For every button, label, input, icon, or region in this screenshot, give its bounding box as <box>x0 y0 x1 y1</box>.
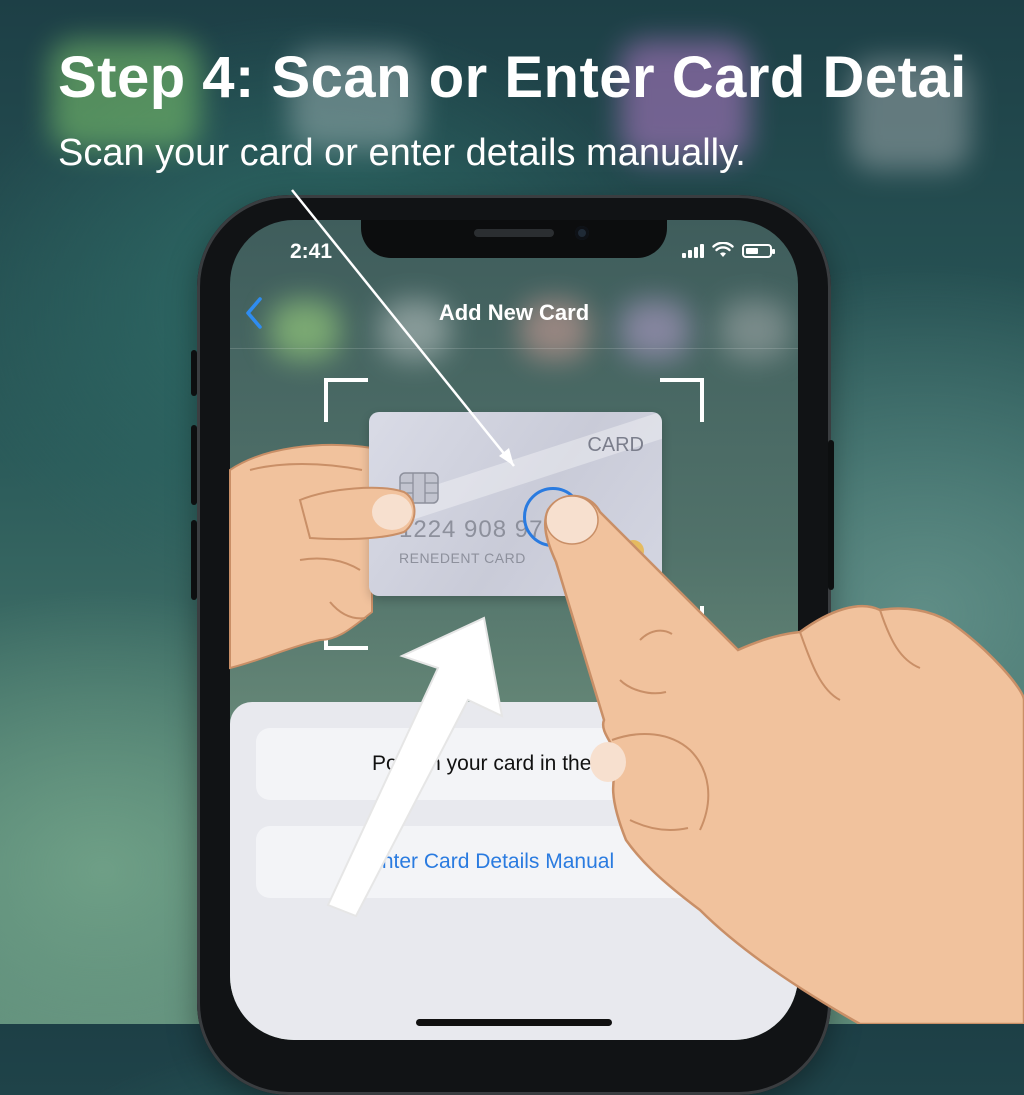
scan-focus-ring <box>523 487 583 547</box>
nav-title: Add New Card <box>438 300 590 325</box>
mute-switch <box>191 350 197 396</box>
card-holder-name: RENEDENT CARD <box>399 550 526 566</box>
bottom-sheet: Positi n your card in the fr Enter Card … <box>230 702 798 1040</box>
signal-icon <box>682 244 704 258</box>
volume-up-button <box>191 425 197 505</box>
volume-down-button <box>191 520 197 600</box>
page-subtitle: Scan your card or enter details manually… <box>58 132 746 174</box>
card-brand: CARD <box>587 434 644 456</box>
scan-frame-corner-bottom-left <box>324 606 368 650</box>
status-icons <box>682 242 775 258</box>
battery-icon <box>742 244 775 258</box>
camera-notch <box>361 220 667 258</box>
home-indicator <box>416 1019 612 1026</box>
page-title: Step 4: Scan or Enter Card Detai <box>58 45 967 110</box>
front-camera-icon <box>575 226 589 240</box>
navigation-bar: Add New Card <box>230 286 798 349</box>
chip-icon <box>399 472 439 504</box>
speaker-grille <box>474 229 554 237</box>
card-logo <box>622 540 644 562</box>
status-time: 2:41 <box>290 240 333 263</box>
phone-screen: 2:41 Add New Card Positi n your card in … <box>230 220 798 1040</box>
wifi-icon <box>712 242 734 257</box>
scan-frame-corner-top-left <box>324 378 368 422</box>
enter-card-details-manually-button[interactable]: Enter Card Details Manual <box>256 826 726 898</box>
scan-frame-corner-top-right <box>660 378 704 422</box>
power-button <box>828 440 834 590</box>
scan-frame-corner-bottom-right <box>660 606 704 650</box>
position-card-hint: Positi n your card in the fr <box>256 728 726 800</box>
credit-card: CARD 1224 908 97 4 RENEDENT CARD <box>369 412 662 596</box>
